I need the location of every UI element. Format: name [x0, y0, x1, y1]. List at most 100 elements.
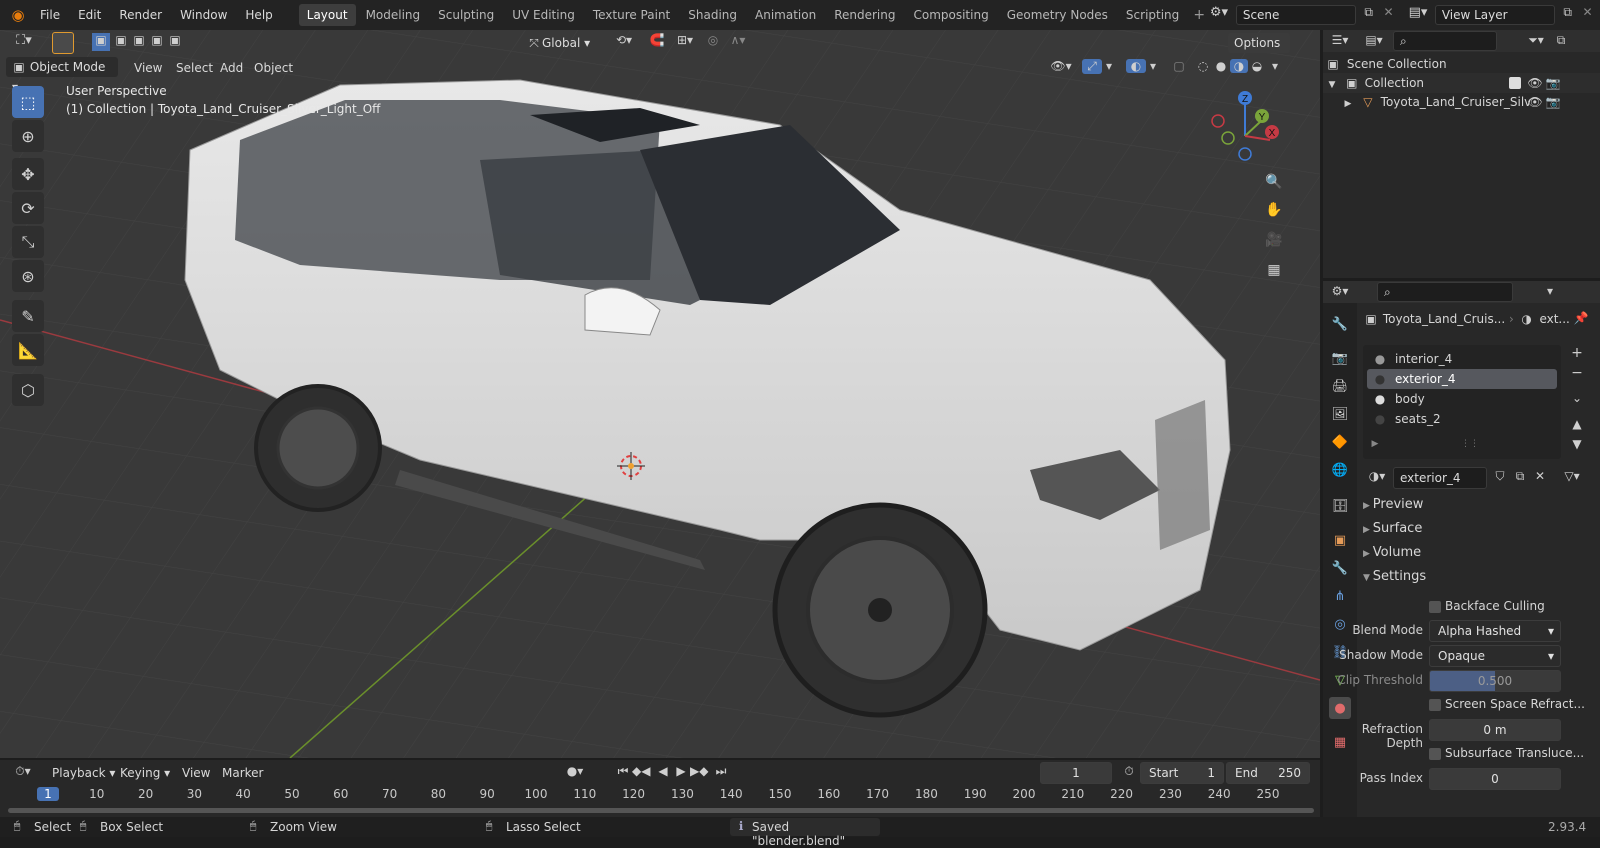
select-intersect-icon[interactable]: ▣ — [166, 33, 184, 47]
scene-tab[interactable]: 🔶 — [1329, 431, 1351, 453]
object-visibility-icon[interactable]: 👁 — [1527, 92, 1543, 112]
preview-panel-header[interactable]: ▶ Preview — [1363, 497, 1423, 512]
shadow-mode-dropdown[interactable]: Opaque ▾ — [1429, 645, 1561, 667]
delete-view-layer-icon[interactable]: ✕ — [1580, 5, 1594, 19]
material-shading-icon[interactable]: ◑ — [1230, 59, 1248, 73]
add-cube-tool[interactable]: ⬡ — [12, 374, 44, 406]
outliner-row-collection[interactable]: ▼ ▣ Collection 👁 📷 — [1323, 73, 1600, 93]
object-render-icon[interactable]: 📷 — [1545, 92, 1561, 112]
xray-icon[interactable]: ▢ — [1170, 59, 1188, 73]
material-slot-0[interactable]: ● interior_4 — [1363, 349, 1561, 369]
scale-tool[interactable]: ⤡ — [12, 226, 44, 258]
tab-animation[interactable]: Animation — [747, 4, 824, 26]
select-new-icon[interactable]: ▣ — [92, 33, 110, 51]
zoom-view-icon[interactable]: 🔍 — [1262, 170, 1286, 194]
pin-icon[interactable]: 📌 — [1573, 311, 1589, 325]
move-slot-down-icon[interactable]: ▼ — [1569, 437, 1585, 451]
tab-modeling[interactable]: Modeling — [358, 4, 429, 26]
3d-viewport[interactable]: ⛶▾ ▣ ▣ ▣ ▣ ▣ ⤧ Global ▾ ⟲▾ 🧲 ⊞▾ ◎ ∧▾ Opti… — [0, 30, 1320, 758]
tab-shading[interactable]: Shading — [680, 4, 745, 26]
delete-scene-icon[interactable]: ✕ — [1381, 5, 1395, 19]
properties-search-input[interactable]: ⌕ — [1377, 282, 1513, 302]
slot-list-resize-handle[interactable]: ⋮⋮ — [1461, 439, 1479, 449]
new-scene-icon[interactable]: ⧉ — [1360, 5, 1378, 20]
fake-user-icon[interactable]: ⛉ — [1491, 469, 1509, 484]
world-tab[interactable]: 🌐 — [1329, 459, 1351, 481]
pass-index-field[interactable]: 0 — [1429, 768, 1561, 790]
gizmo-neg-z[interactable] — [1238, 147, 1252, 161]
slot-list-expand-icon[interactable]: ▶ — [1369, 439, 1381, 449]
select-subtract-icon[interactable]: ▣ — [130, 33, 148, 47]
material-tab[interactable]: ● — [1329, 697, 1351, 719]
pan-view-icon[interactable]: ✋ — [1262, 198, 1286, 222]
rendered-shading-icon[interactable]: ◒ — [1248, 59, 1266, 73]
expand-object-icon[interactable]: ▶ — [1341, 94, 1355, 114]
gizmo-toggle-icon[interactable]: ⤢ — [1082, 59, 1102, 74]
browse-material-icon[interactable]: ◑▾ — [1363, 469, 1391, 483]
transform-tool[interactable]: ⊛ — [12, 260, 44, 292]
menu-file[interactable]: File — [32, 4, 68, 26]
refraction-depth-field[interactable]: 0 m — [1429, 719, 1561, 741]
menu-window[interactable]: Window — [172, 4, 235, 26]
modifier-tab[interactable]: 🔧 — [1329, 557, 1351, 579]
tab-scripting[interactable]: Scripting — [1118, 4, 1187, 26]
view-layer-selector[interactable]: ▤▾ View Layer ⧉ ✕ — [1405, 5, 1594, 25]
remove-slot-icon[interactable]: − — [1569, 365, 1585, 381]
material-slot-3[interactable]: ● seats_2 — [1363, 409, 1561, 429]
timeline-scrollbar[interactable] — [8, 808, 1314, 813]
viewport-menu-view[interactable]: View — [126, 57, 170, 79]
scene-selector[interactable]: ⚙▾ Scene ⧉ ✕ — [1206, 5, 1395, 25]
outliner-row-scene-collection[interactable]: ▣ Scene Collection — [1323, 54, 1446, 74]
view-layer-field[interactable]: View Layer — [1434, 5, 1555, 25]
orientation-dropdown[interactable]: ⤧ Global ▾ — [526, 33, 606, 53]
options-button[interactable]: Options ▾ — [1228, 33, 1290, 70]
collection-tab[interactable]: 🗄 — [1329, 495, 1351, 517]
slot-specials-icon[interactable]: ⌄ — [1569, 391, 1585, 405]
new-collection-icon[interactable]: ⧉ — [1551, 33, 1571, 48]
gizmo-neg-y[interactable] — [1221, 131, 1235, 145]
new-view-layer-icon[interactable]: ⧉ — [1559, 5, 1577, 20]
select-extend-icon[interactable]: ▣ — [112, 33, 130, 47]
properties-editor-type-icon[interactable]: ⚙▾ — [1325, 284, 1355, 298]
tab-texture-paint[interactable]: Texture Paint — [585, 4, 678, 26]
add-slot-icon[interactable]: + — [1569, 345, 1585, 361]
blend-mode-dropdown[interactable]: Alpha Hashed ▾ — [1429, 620, 1561, 642]
particles-tab[interactable]: ⋔ — [1329, 585, 1351, 607]
measure-tool[interactable]: 📐 — [12, 334, 44, 366]
select-mode-icon[interactable] — [52, 32, 74, 54]
outliner-editor-type-icon[interactable]: ☰▾ — [1325, 33, 1355, 47]
menu-edit[interactable]: Edit — [70, 4, 109, 26]
duplicate-material-icon[interactable]: ⧉ — [1511, 469, 1529, 484]
gizmo-dropdown-icon[interactable]: ▾ — [1102, 59, 1116, 73]
collection-render-icon[interactable]: 📷 — [1545, 73, 1561, 93]
properties-options-icon[interactable]: ▾ — [1543, 284, 1557, 298]
collection-checkbox[interactable] — [1509, 77, 1521, 89]
editor-type-icon[interactable]: ⛶▾ — [8, 33, 40, 48]
material-slot-2[interactable]: ● body — [1363, 389, 1561, 409]
object-tab[interactable]: ▣ — [1329, 529, 1351, 551]
tool-tab[interactable]: 🔧 — [1329, 313, 1351, 335]
proportional-edit-icon[interactable]: ◎ — [704, 33, 722, 47]
settings-panel-header[interactable]: ▼ Settings — [1363, 569, 1426, 584]
select-invert-icon[interactable]: ▣ — [148, 33, 166, 47]
render-tab[interactable]: 📷 — [1329, 347, 1351, 369]
clip-threshold-slider[interactable]: 0.500 — [1429, 670, 1561, 692]
timeline-current-frame-marker[interactable]: 1 — [37, 787, 59, 801]
move-slot-up-icon[interactable]: ▲ — [1569, 417, 1585, 431]
blender-logo-icon[interactable]: ◉ — [6, 6, 30, 24]
material-name-field[interactable]: exterior_4 — [1393, 467, 1487, 489]
outliner-display-mode-icon[interactable]: ▤▾ — [1359, 33, 1389, 47]
tab-compositing[interactable]: Compositing — [905, 4, 996, 26]
outliner-row-object[interactable]: ▶ ▽ Toyota_Land_Cruiser_Silv 👁 📷 — [1323, 92, 1600, 112]
annotate-tool[interactable]: ✎ — [12, 300, 44, 332]
menu-help[interactable]: Help — [237, 4, 280, 26]
object-mode-dropdown[interactable]: ▣ Object Mode ▾ — [6, 57, 118, 94]
perspective-toggle-icon[interactable]: ▦ — [1262, 258, 1286, 282]
scene-name-field[interactable]: Scene — [1235, 5, 1356, 25]
outliner-filter-icon[interactable]: ⏷▾ — [1521, 33, 1551, 48]
rotate-tool[interactable]: ⟳ — [12, 192, 44, 224]
cursor-tool[interactable]: ⊕ — [12, 120, 44, 152]
shading-dropdown-icon[interactable]: ▾ — [1268, 59, 1282, 73]
unlink-material-icon[interactable]: ✕ — [1531, 469, 1549, 483]
collection-visibility-icon[interactable]: 👁 — [1527, 73, 1543, 93]
